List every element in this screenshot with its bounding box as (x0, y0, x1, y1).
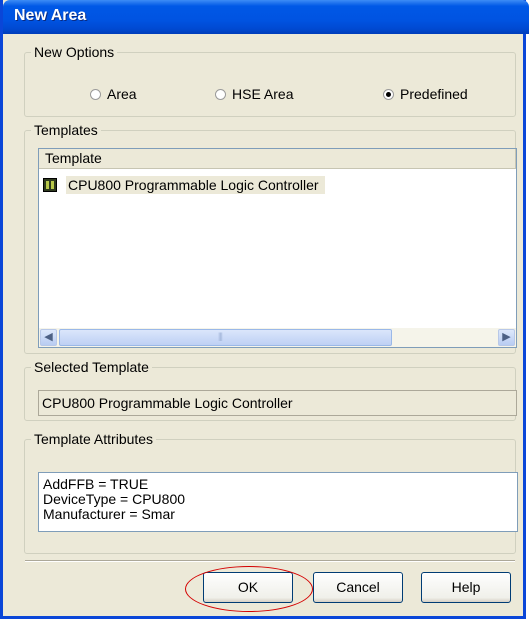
scroll-left-button[interactable]: ◀ (40, 329, 57, 346)
plc-device-icon (43, 178, 57, 192)
cancel-button[interactable]: Cancel (313, 572, 403, 603)
radio-area-label: Area (107, 86, 137, 102)
radio-predefined-label: Predefined (400, 86, 468, 102)
templates-legend: Templates (34, 122, 98, 138)
help-button[interactable]: Help (421, 572, 511, 603)
scroll-right-button[interactable]: ▶ (498, 329, 515, 346)
radio-area[interactable]: Area (90, 86, 137, 102)
attribute-line: DeviceType = CPU800 (43, 491, 186, 507)
radio-predefined-dot[interactable] (383, 88, 394, 100)
selected-template-legend: Selected Template (34, 359, 149, 375)
list-item-label: CPU800 Programmable Logic Controller (66, 176, 325, 194)
radio-hse-area-label: HSE Area (232, 86, 294, 102)
selected-template-field: CPU800 Programmable Logic Controller (38, 390, 517, 416)
radio-hse-area-dot[interactable] (215, 88, 226, 100)
radio-area-dot[interactable] (90, 88, 101, 100)
template-attributes-box[interactable]: AddFFB = TRUE DeviceType = CPU800 Manufa… (38, 472, 518, 532)
window-title: New Area (14, 7, 87, 24)
radio-predefined[interactable]: Predefined (383, 86, 468, 102)
new-options-group: New Options Area HSE Area Predefined (24, 44, 516, 117)
templates-list-header: Template (39, 149, 516, 169)
attribute-line: Manufacturer = Smar (43, 506, 175, 522)
templates-list[interactable]: Template CPU800 Programmable Logic Contr… (38, 148, 517, 348)
attribute-line: AddFFB = TRUE (43, 476, 149, 492)
list-item[interactable]: CPU800 Programmable Logic Controller (43, 175, 325, 195)
template-attributes-legend: Template Attributes (34, 431, 154, 447)
ok-button[interactable]: OK (203, 572, 293, 603)
radio-hse-area[interactable]: HSE Area (215, 86, 293, 102)
new-area-dialog: New Area New Options Area HSE Area Prede… (0, 0, 529, 619)
new-options-legend: New Options (34, 44, 115, 60)
button-separator (25, 560, 515, 562)
horizontal-scrollbar[interactable]: ◀ ▶ (39, 328, 516, 347)
scroll-thumb[interactable] (59, 329, 392, 346)
column-header-template[interactable]: Template (39, 149, 516, 168)
title-bar[interactable]: New Area (3, 0, 529, 34)
